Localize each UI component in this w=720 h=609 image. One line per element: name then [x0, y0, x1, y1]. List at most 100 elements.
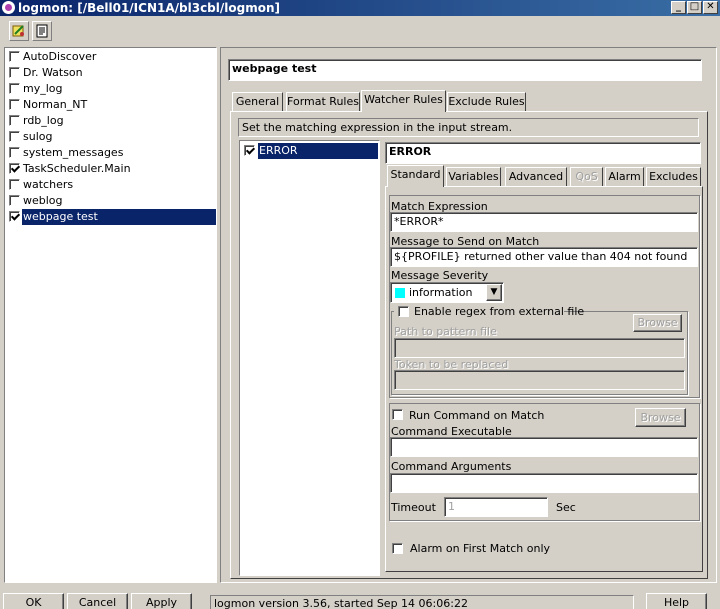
- tree-item[interactable]: weblog: [5, 193, 216, 209]
- tree-item[interactable]: TaskScheduler.Main: [5, 161, 216, 177]
- severity-label: Message Severity: [391, 269, 489, 282]
- minimize-button[interactable]: _: [671, 1, 686, 14]
- path-input[interactable]: [394, 338, 685, 358]
- path-label: Path to pattern file: [394, 325, 497, 338]
- tree-item-checkbox[interactable]: [9, 179, 20, 190]
- tree-item[interactable]: my_log: [5, 81, 216, 97]
- status-text: logmon version 3.56, started Sep 14 06:0…: [214, 597, 468, 609]
- tab-general[interactable]: General: [232, 92, 283, 112]
- tree-item[interactable]: webpage test: [5, 209, 216, 225]
- tree-item-label: Norman_NT: [23, 98, 88, 111]
- timeout-value: 1: [448, 500, 455, 513]
- watcher-enabled-checkbox[interactable]: [244, 145, 255, 156]
- profile-tree[interactable]: AutoDiscover Dr. Watson my_log Norman_NTrdb…: [4, 47, 217, 583]
- path-value: [395, 341, 398, 354]
- alarm-first-match-checkbox[interactable]: [392, 543, 403, 554]
- hint-text: Set the matching expression in the input…: [242, 121, 513, 134]
- tree-item-label: rdb_log: [23, 114, 64, 127]
- document-button[interactable]: [32, 21, 52, 41]
- profile-name-field[interactable]: webpage test: [228, 59, 702, 81]
- tab-qos[interactable]: QoS: [570, 167, 603, 187]
- command-browse-button[interactable]: Browse: [635, 408, 686, 427]
- tree-item-checkbox[interactable]: [9, 163, 20, 174]
- tab-excludes[interactable]: Excludes: [646, 167, 701, 187]
- tab-standard[interactable]: Standard: [387, 165, 444, 187]
- tree-item[interactable]: AutoDiscover: [5, 49, 216, 65]
- ok-button[interactable]: OK: [3, 593, 64, 609]
- tree-item-checkbox[interactable]: [9, 83, 20, 94]
- tree-item[interactable]: watchers: [5, 177, 216, 193]
- help-button[interactable]: Help: [646, 593, 707, 609]
- tree-item[interactable]: system_messages: [5, 145, 216, 161]
- tree-item-label: system_messages: [23, 146, 124, 159]
- regex-checkbox[interactable]: [398, 306, 409, 317]
- command-exec-value: [391, 440, 394, 453]
- command-exec-input[interactable]: [390, 437, 698, 457]
- severity-color-swatch: [395, 288, 405, 298]
- list-item[interactable]: ERROR: [242, 143, 378, 159]
- timeout-input[interactable]: 1: [444, 497, 548, 517]
- chevron-down-icon[interactable]: ▼: [486, 284, 502, 301]
- cancel-button[interactable]: Cancel: [67, 593, 128, 609]
- tree-item-checkbox[interactable]: [9, 211, 20, 222]
- tree-item[interactable]: Dr. Watson: [5, 65, 216, 81]
- tree-item-label: sulog: [23, 130, 53, 143]
- token-value: [395, 373, 398, 386]
- tree-item[interactable]: sulog: [5, 129, 216, 145]
- apply-button[interactable]: Apply: [131, 593, 192, 609]
- command-args-label: Command Arguments: [391, 460, 512, 473]
- severity-value: information: [409, 286, 473, 299]
- token-input[interactable]: [394, 370, 685, 390]
- watcher-list[interactable]: ERROR: [239, 140, 380, 576]
- regex-legend: Enable regex from external file: [394, 304, 584, 318]
- match-expression-input[interactable]: *ERROR*: [390, 212, 698, 232]
- tab-advanced[interactable]: Advanced: [505, 167, 567, 187]
- regex-checkbox-label: Enable regex from external file: [414, 305, 585, 318]
- tree-item-checkbox[interactable]: [9, 115, 20, 126]
- app-icon: [2, 1, 15, 14]
- match-expression-value: *ERROR*: [394, 215, 444, 228]
- title-bar: logmon: [/Bell01/ICN1A/bl3cbl/logmon] _ …: [0, 0, 720, 16]
- tab-watcher-rules[interactable]: Watcher Rules: [361, 90, 446, 112]
- maximize-button[interactable]: □: [687, 1, 702, 14]
- watcher-name: ERROR: [389, 145, 432, 158]
- hint-box: Set the matching expression in the input…: [238, 118, 699, 137]
- tree-item-checkbox[interactable]: [9, 147, 20, 158]
- watcher-label: ERROR: [258, 143, 378, 159]
- run-command-label: Run Command on Match: [409, 409, 545, 422]
- tree-item-checkbox[interactable]: [9, 99, 20, 110]
- message-value: ${PROFILE} returned other value than 404…: [394, 250, 688, 263]
- tree-item-label: TaskScheduler.Main: [23, 162, 131, 175]
- regex-browse-button[interactable]: Browse: [633, 314, 682, 332]
- status-bar: logmon version 3.56, started Sep 14 06:0…: [210, 595, 634, 609]
- tree-item-label: watchers: [23, 178, 74, 191]
- tree-item-checkbox[interactable]: [9, 51, 20, 62]
- command-args-input[interactable]: [390, 473, 698, 493]
- run-command-checkbox[interactable]: [392, 409, 403, 420]
- alarm-first-match-label: Alarm on First Match only: [410, 542, 551, 555]
- tree-item-label: my_log: [23, 82, 63, 95]
- watcher-name-field[interactable]: ERROR: [385, 142, 701, 164]
- tree-item[interactable]: Norman_NT: [5, 97, 216, 113]
- tree-item-label: Dr. Watson: [23, 66, 83, 79]
- timeout-unit: Sec: [556, 501, 576, 514]
- close-button[interactable]: ✕: [703, 1, 718, 14]
- tree-item[interactable]: rdb_log: [5, 113, 216, 129]
- timeout-label: Timeout: [391, 501, 436, 514]
- tree-item-checkbox[interactable]: [9, 131, 20, 142]
- tree-item-checkbox[interactable]: [9, 67, 20, 78]
- tools-icon: [12, 25, 24, 37]
- tools-button[interactable]: [9, 21, 29, 41]
- tab-variables[interactable]: Variables: [446, 167, 501, 187]
- command-args-value: [391, 476, 394, 489]
- tree-item-label: webpage test: [22, 209, 216, 225]
- tree-item-label: weblog: [23, 194, 63, 207]
- window-title: logmon: [/Bell01/ICN1A/bl3cbl/logmon]: [18, 1, 280, 15]
- tab-alarm[interactable]: Alarm: [605, 167, 644, 187]
- tree-item-label: AutoDiscover: [23, 50, 97, 63]
- tab-format-rules[interactable]: Format Rules: [286, 92, 360, 112]
- tree-item-checkbox[interactable]: [9, 195, 20, 206]
- message-input[interactable]: ${PROFILE} returned other value than 404…: [390, 247, 698, 267]
- severity-select[interactable]: information ▼: [390, 282, 504, 303]
- tab-exclude-rules[interactable]: Exclude Rules: [447, 92, 526, 112]
